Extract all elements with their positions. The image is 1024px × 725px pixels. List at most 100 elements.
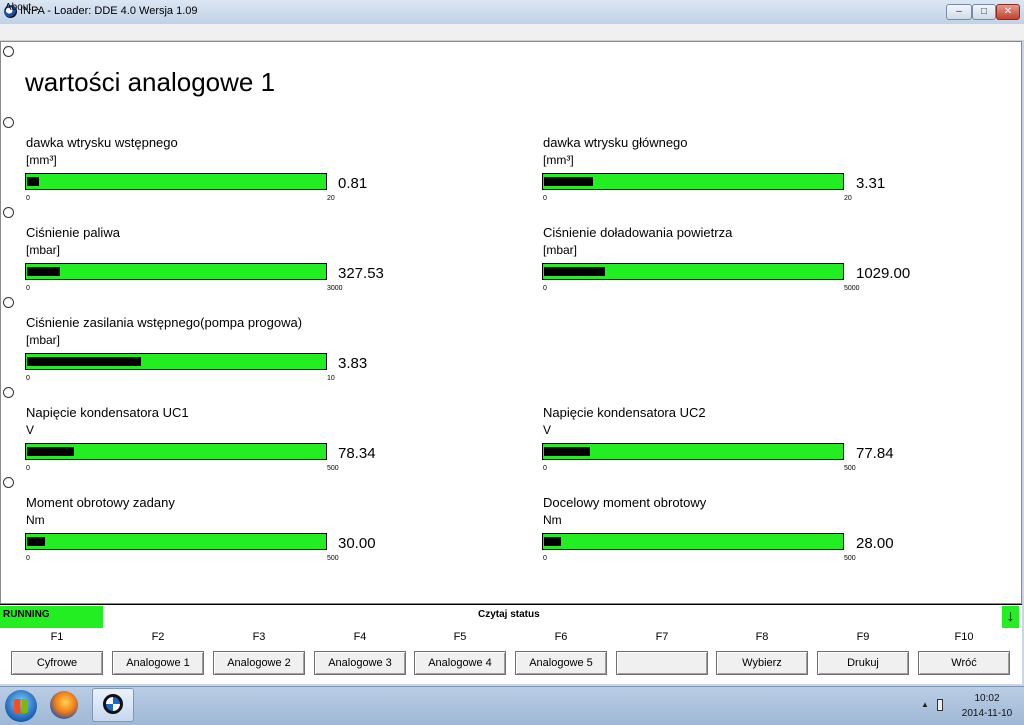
gauge-max: 10 <box>327 375 335 382</box>
gauge-bar-fill <box>544 267 605 276</box>
menu-bar <box>0 24 1024 41</box>
gauge-bar-fill <box>544 447 590 456</box>
gauge-bar <box>25 443 327 460</box>
windows-logo-icon <box>14 699 28 713</box>
gauge-max: 3000 <box>327 285 343 292</box>
row-radio-button[interactable] <box>3 207 14 218</box>
fkey-label-f7: F7 <box>655 631 669 643</box>
f7-empty-button[interactable] <box>616 651 708 675</box>
f6-analogowe5-button[interactable]: Analogowe 5 <box>515 651 607 675</box>
gauge-bar-fill <box>27 357 141 366</box>
fkey-label-f1: F1 <box>50 631 64 643</box>
fkey-label-f6: F6 <box>554 631 568 643</box>
row-radio-button[interactable] <box>3 46 14 57</box>
gauge-value: 327.53 <box>338 265 384 282</box>
f10-wroc-button[interactable]: Wróć <box>918 651 1010 675</box>
gauge-max: 5000 <box>844 285 860 292</box>
fkey-label-f5: F5 <box>453 631 467 643</box>
gauge-label: Ciśnienie zasilania wstępnego(pompa prog… <box>26 315 303 330</box>
gauge-min: 0 <box>543 555 547 562</box>
gauge-max: 20 <box>327 195 335 202</box>
gauge-unit: [mbar] <box>543 243 578 257</box>
f1-cyfrowe-button[interactable]: Cyfrowe <box>11 651 103 675</box>
gauge-unit: [mbar] <box>26 243 61 257</box>
gauge-max: 500 <box>327 555 339 562</box>
minimize-button[interactable]: – <box>946 4 972 20</box>
gauge-label: Ciśnienie paliwa <box>26 225 120 240</box>
gauge-unit: [mm³] <box>543 153 574 167</box>
fkey-label-f4: F4 <box>353 631 367 643</box>
gauge-bar-fill <box>27 177 39 186</box>
row-radio-button[interactable] <box>3 387 14 398</box>
menu-about[interactable]: About... <box>5 2 39 13</box>
gauge-unit: V <box>26 423 35 437</box>
gauge-min: 0 <box>26 555 30 562</box>
gauge-bar-fill <box>27 537 45 546</box>
gauge-min: 0 <box>26 465 30 472</box>
maximize-button[interactable]: □ <box>972 4 996 20</box>
gauge-bar <box>542 443 844 460</box>
gauge-label: Napięcie kondensatora UC1 <box>26 405 189 420</box>
close-button[interactable]: ✕ <box>996 4 1020 20</box>
gauge-value: 0.81 <box>338 175 368 192</box>
gauge-max: 500 <box>327 465 339 472</box>
gauge-min: 0 <box>26 375 30 382</box>
gauge-unit: [mm³] <box>26 153 57 167</box>
clock-date[interactable]: 2014-11-10 <box>957 708 1017 719</box>
gauge-label: Docelowy moment obrotowy <box>543 495 707 510</box>
gauge-min: 0 <box>543 465 547 472</box>
gauge-value: 1029.00 <box>856 265 911 282</box>
window-title: INPA - Loader: DDE 4.0 Wersja 1.09 <box>20 5 198 17</box>
fkey-label-f8: F8 <box>755 631 769 643</box>
gauge-bar-fill <box>27 447 74 456</box>
gauge-min: 0 <box>543 285 547 292</box>
status-running-text: RUNNING <box>3 609 50 620</box>
page-title: wartości analogowe 1 <box>25 67 276 97</box>
row-radio-button[interactable] <box>3 117 14 128</box>
battery-icon[interactable] <box>937 699 943 711</box>
tray-expand-icon[interactable]: ▲ <box>921 700 929 709</box>
gauge-unit: Nm <box>543 513 562 527</box>
clock-time[interactable]: 10:02 <box>962 693 1012 704</box>
gauge-bar <box>25 263 327 280</box>
f3-analogowe2-button[interactable]: Analogowe 2 <box>213 651 305 675</box>
gauge-unit: [mbar] <box>26 333 61 347</box>
taskbar <box>0 686 1024 725</box>
row-radio-button[interactable] <box>3 297 14 308</box>
gauge-max: 20 <box>844 195 852 202</box>
gauge-bar <box>25 353 327 370</box>
gauge-bar-fill <box>27 267 60 276</box>
f2-analogowe1-button[interactable]: Analogowe 1 <box>112 651 204 675</box>
gauge-min: 0 <box>26 285 30 292</box>
fkey-label-f2: F2 <box>151 631 165 643</box>
gauge-bar <box>542 533 844 550</box>
gauge-value: 28.00 <box>856 535 894 552</box>
row-radio-button[interactable] <box>3 477 14 488</box>
gauge-bar <box>25 173 327 190</box>
gauge-max: 500 <box>844 555 856 562</box>
gauge-bar-fill <box>544 177 593 186</box>
gauge-bar-fill <box>544 537 561 546</box>
gauge-bar <box>542 263 844 280</box>
gauge-unit: Nm <box>26 513 45 527</box>
gauge-value: 3.31 <box>856 175 886 192</box>
gauge-max: 500 <box>844 465 856 472</box>
f9-drukuj-button[interactable]: Drukuj <box>817 651 909 675</box>
gauge-value: 3.83 <box>338 355 368 372</box>
gauge-label: dawka wtrysku wstępnego <box>26 135 178 150</box>
gauge-label: Ciśnienie doładowania powietrza <box>543 225 733 240</box>
f4-analogowe3-button[interactable]: Analogowe 3 <box>314 651 406 675</box>
gauge-bar <box>25 533 327 550</box>
down-arrow-icon[interactable]: ↓ <box>1002 606 1019 628</box>
gauge-value: 78.34 <box>338 445 376 462</box>
gauge-bar <box>542 173 844 190</box>
f5-analogowe4-button[interactable]: Analogowe 4 <box>414 651 506 675</box>
status-text: Czytaj status <box>478 609 540 620</box>
f8-wybierz-button[interactable]: Wybierz <box>716 651 808 675</box>
gauge-min: 0 <box>26 195 30 202</box>
gauge-label: Moment obrotowy zadany <box>26 495 175 510</box>
gauge-value: 30.00 <box>338 535 376 552</box>
gauge-unit: V <box>543 423 552 437</box>
firefox-icon[interactable] <box>50 691 78 719</box>
gauge-label: Napięcie kondensatora UC2 <box>543 405 706 420</box>
